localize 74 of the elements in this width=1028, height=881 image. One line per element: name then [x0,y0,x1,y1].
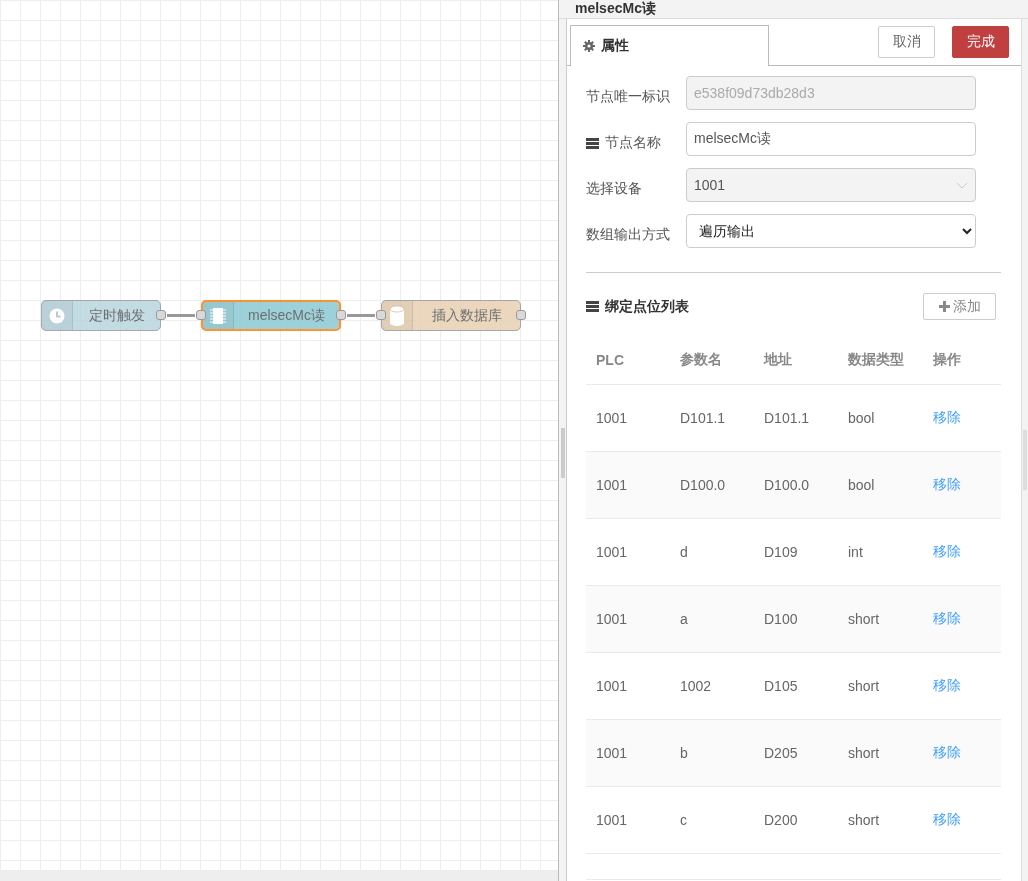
output-port[interactable] [516,310,526,320]
resize-handle[interactable] [561,428,565,478]
table-cell: D200 [764,812,798,828]
gear-icon [583,40,595,52]
table-cell: 1001 [596,410,628,426]
table-cell: D105 [764,678,798,694]
column-header: 地址 [754,336,838,385]
node-label: melsecMc读 [247,306,326,325]
horizontal-scrollbar[interactable] [0,870,558,881]
table-cell: D100.0 [764,477,810,493]
table-cell: 1001 [596,812,628,828]
table-cell: bool [848,410,875,426]
list-icon [586,301,599,312]
output-mode-select[interactable]: 遍历输出 [686,214,976,248]
table-cell: short [848,745,880,761]
input-port[interactable] [376,310,386,320]
table-cell: c [680,812,687,828]
table-cell: 1001 [596,544,628,560]
field-label: 节点名称 [605,134,661,152]
remove-link[interactable]: 移除 [933,543,961,559]
cancel-button[interactable]: 取消 [878,26,935,58]
chip-icon [209,305,227,326]
field-label: 节点唯一标识 [586,88,670,106]
table-cell: 1001 [596,477,628,493]
table-cell: short [848,812,880,828]
wire [167,314,195,317]
flow-node[interactable]: melsecMc读 [201,300,341,331]
table-cell: D109 [764,544,798,560]
database-icon [389,304,405,327]
remove-link[interactable]: 移除 [933,610,961,626]
flow-node[interactable]: 定时触发 [41,300,161,331]
column-header: 操作 [923,336,1001,385]
table-cell: d [680,544,688,560]
chevron-down-icon [956,181,968,189]
done-button[interactable]: 完成 [952,26,1009,58]
field-label: 数组输出方式 [586,226,670,244]
table-cell: short [848,678,880,694]
table-cell: b [680,745,688,761]
node-label: 定时触发 [87,306,146,325]
table-cell: D100 [764,611,798,627]
section-title: 绑定点位列表 [605,297,689,316]
table-cell: D101.1 [680,410,726,426]
table-cell: D101.1 [764,410,810,426]
table-cell: int [848,544,863,560]
remove-link[interactable]: 移除 [933,811,961,827]
remove-link[interactable]: 移除 [933,677,961,693]
remove-link[interactable]: 移除 [933,409,961,425]
column-header: PLC [586,336,670,385]
table-cell: D100.0 [680,477,726,493]
table-cell: short [848,611,880,627]
table-cell: 1001 [596,678,628,694]
table-cell: bool [848,477,875,493]
node-label: 插入数据库 [430,306,503,325]
column-header: 参数名 [670,336,754,385]
text-field[interactable]: melsecMc读 [686,122,976,156]
flow-node[interactable]: 插入数据库 [381,300,521,331]
table-cell: 1001 [596,745,628,761]
clock-icon [48,306,66,325]
table-cell: a [680,611,688,627]
table-cell: 1001 [596,611,628,627]
plus-icon [938,301,950,312]
wire [347,314,375,317]
output-port[interactable] [156,310,166,320]
input-port[interactable] [196,310,206,320]
output-port[interactable] [336,310,346,320]
panel-title: melsecMc读 [575,0,656,18]
tab[interactable]: 属性 [570,25,769,66]
remove-link[interactable]: 移除 [933,476,961,492]
field-label: 选择设备 [586,180,642,198]
table-cell: 1002 [680,678,712,694]
remove-link[interactable]: 移除 [933,744,961,760]
column-header: 数据类型 [838,336,923,385]
table-cell: D205 [764,745,798,761]
add-button[interactable]: 添加 [923,293,996,320]
